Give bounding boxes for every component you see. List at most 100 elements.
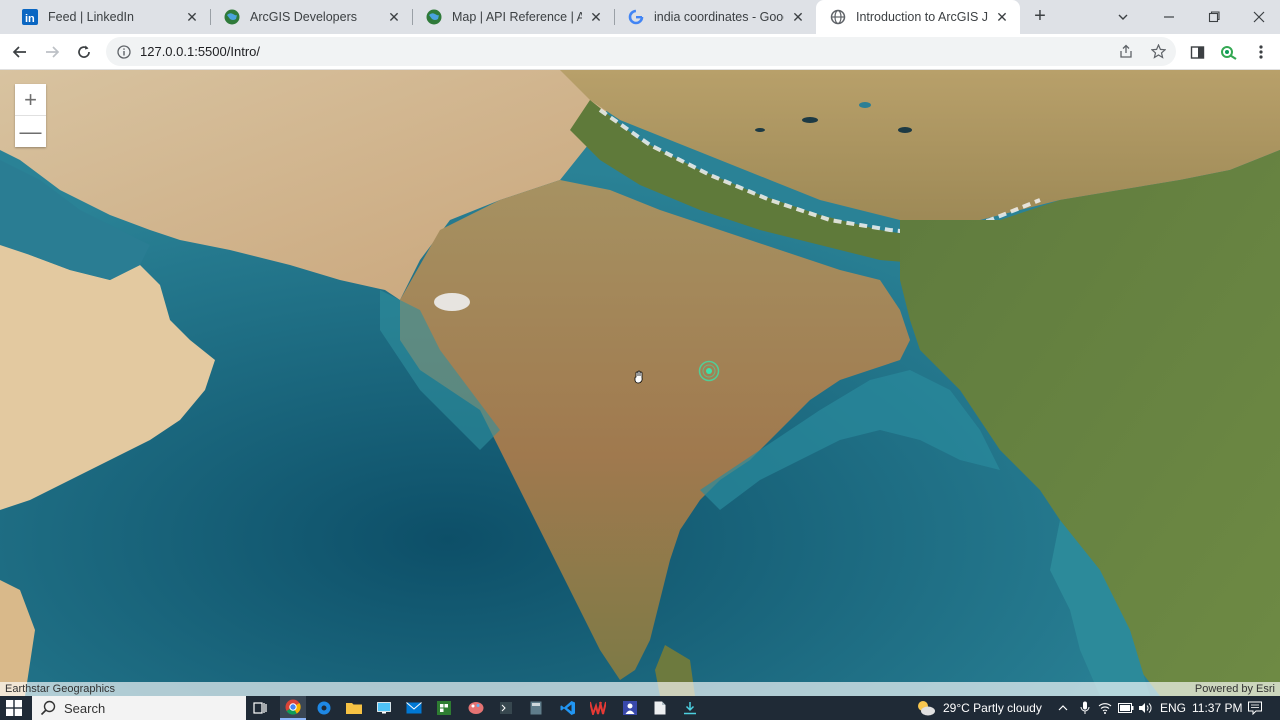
arrow-right-icon: [46, 46, 60, 58]
app-taskbar-button[interactable]: [650, 698, 670, 718]
task-view-button[interactable]: [250, 698, 270, 718]
bookmark-button[interactable]: [1144, 37, 1172, 66]
close-icon[interactable]: ✕: [994, 9, 1010, 25]
extension-icon: [1221, 46, 1237, 60]
wifi-button[interactable]: [1098, 696, 1112, 720]
tab-search-button[interactable]: [1100, 0, 1146, 34]
app-taskbar-button[interactable]: [526, 698, 546, 718]
language-indicator[interactable]: ENG: [1160, 696, 1186, 720]
w-logo-icon: [590, 701, 606, 715]
tab-title: Map | API Reference | ArcGIS: [452, 10, 582, 24]
windows-start-icon[interactable]: [6, 700, 22, 716]
app-taskbar-button[interactable]: [620, 698, 640, 718]
app-taskbar-button[interactable]: [314, 698, 334, 718]
windows-taskbar: Search 29°C Partly cloudy ENG 11:37 PM: [0, 696, 1280, 720]
info-icon[interactable]: [116, 44, 132, 60]
star-icon: [1150, 44, 1166, 59]
tab-linkedin[interactable]: in Feed | LinkedIn ✕: [8, 0, 210, 34]
attribution-source: Earthstar Geographics: [5, 683, 116, 695]
tab-strip: in Feed | LinkedIn ✕ ArcGIS Developers ✕…: [0, 0, 1280, 34]
back-button[interactable]: [6, 38, 34, 66]
taskbar-search[interactable]: Search: [32, 696, 246, 720]
microphone-button[interactable]: [1080, 696, 1090, 720]
address-bar[interactable]: 127.0.0.1:5500/Intro/: [106, 37, 1176, 66]
close-icon[interactable]: ✕: [588, 9, 604, 25]
globe-icon: [426, 9, 442, 25]
app-taskbar-button[interactable]: [496, 698, 516, 718]
document-icon: [654, 701, 666, 715]
map-attribution: Earthstar Geographics Powered by Esri: [0, 682, 1280, 696]
zoom-in-button[interactable]: +: [15, 84, 46, 115]
close-icon[interactable]: ✕: [386, 9, 402, 25]
app-taskbar-button[interactable]: [374, 698, 394, 718]
folder-icon: [346, 703, 362, 714]
chrome-icon: [285, 699, 301, 715]
paint-icon: [468, 702, 484, 714]
chevron-up-icon: [1058, 705, 1068, 711]
share-icon: [1119, 44, 1132, 58]
reload-button[interactable]: [70, 38, 98, 66]
forward-button[interactable]: [38, 38, 66, 66]
chrome-taskbar-button[interactable]: [280, 696, 306, 720]
mail-taskbar-button[interactable]: [404, 698, 424, 718]
app-grid-icon: [437, 701, 451, 715]
partly-cloudy-icon: [918, 701, 935, 716]
weather-text: 29°C Partly cloudy: [943, 701, 1042, 715]
zoom-out-button[interactable]: —: [15, 116, 46, 147]
wifi-icon: [1098, 703, 1112, 714]
app-taskbar-button[interactable]: [434, 698, 454, 718]
tab-introduction-arcgis[interactable]: Introduction to ArcGIS JS API ✕: [816, 0, 1020, 34]
battery-icon: [1118, 703, 1134, 713]
weather-widget[interactable]: 29°C Partly cloudy: [915, 696, 1042, 720]
download-icon: [684, 702, 696, 715]
notification-center-button[interactable]: [1248, 696, 1262, 720]
tab-title: Feed | LinkedIn: [48, 10, 134, 24]
search-icon: [40, 700, 56, 716]
powered-by-esri[interactable]: Powered by Esri: [1195, 683, 1275, 695]
clock[interactable]: 11:37 PM: [1192, 696, 1242, 720]
browser-toolbar: 127.0.0.1:5500/Intro/: [0, 34, 1280, 70]
app-taskbar-button[interactable]: [466, 698, 486, 718]
side-panel-button[interactable]: [1183, 38, 1211, 66]
battery-button[interactable]: [1118, 696, 1134, 720]
menu-button[interactable]: [1247, 38, 1275, 66]
task-view-icon: [253, 702, 267, 714]
close-icon[interactable]: ✕: [184, 9, 200, 25]
show-hidden-icons-button[interactable]: [1058, 696, 1068, 720]
lake: [898, 127, 912, 133]
person-icon: [623, 701, 637, 715]
lake: [859, 102, 871, 108]
calculator-icon: [530, 701, 542, 715]
tab-title: Introduction to ArcGIS JS API: [856, 10, 988, 24]
arrow-left-icon: [12, 46, 26, 58]
maximize-button[interactable]: [1191, 0, 1237, 34]
world-icon: [830, 9, 846, 25]
speaker-icon: [1139, 703, 1152, 713]
tab-arcgis-developers[interactable]: ArcGIS Developers ✕: [210, 0, 412, 34]
tab-google-search[interactable]: india coordinates - Google Search ✕: [614, 0, 816, 34]
svg-text:in: in: [25, 13, 35, 25]
close-icon[interactable]: ✕: [790, 9, 806, 25]
close-window-button[interactable]: [1236, 0, 1280, 34]
location-marker-icon[interactable]: [698, 360, 720, 382]
app-taskbar-button[interactable]: [588, 698, 608, 718]
kebab-menu-icon: [1259, 45, 1263, 59]
notification-icon: [1248, 701, 1262, 715]
share-button[interactable]: [1112, 37, 1140, 66]
new-tab-button[interactable]: +: [1028, 5, 1052, 29]
clock-time: 11:37 PM: [1192, 701, 1243, 715]
volume-button[interactable]: [1138, 696, 1152, 720]
terminal-icon: [500, 702, 512, 714]
search-label: Search: [64, 700, 106, 716]
minimize-button[interactable]: [1146, 0, 1192, 34]
app-taskbar-button[interactable]: [680, 698, 700, 718]
microphone-icon: [1080, 701, 1090, 714]
vscode-taskbar-button[interactable]: [558, 698, 578, 718]
url-text[interactable]: 127.0.0.1:5500/Intro/: [140, 44, 260, 59]
tab-map-api-reference[interactable]: Map | API Reference | ArcGIS ✕: [412, 0, 614, 34]
file-explorer-button[interactable]: [344, 698, 364, 718]
extension-button[interactable]: [1215, 38, 1243, 66]
tab-title: india coordinates - Google Search: [654, 10, 784, 24]
tab-title: ArcGIS Developers: [250, 10, 357, 24]
map-view[interactable]: + — Earthstar Geographics Powered by Esr…: [0, 70, 1280, 696]
